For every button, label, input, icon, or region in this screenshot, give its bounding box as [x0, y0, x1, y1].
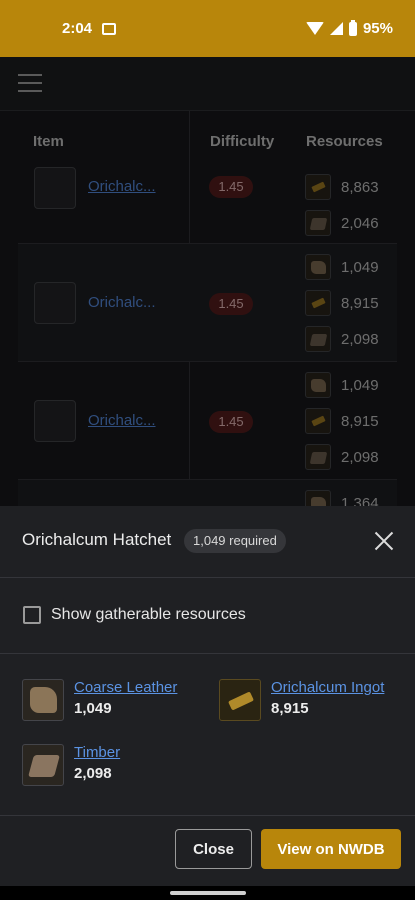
signal-icon — [329, 22, 343, 35]
system-nav-bar — [0, 886, 415, 900]
close-icon[interactable] — [373, 530, 395, 552]
wifi-icon — [305, 22, 324, 35]
close-button[interactable]: Close — [175, 829, 252, 869]
resource-item: Timber 2,098 — [22, 744, 120, 786]
status-bar: 2:04 95% — [0, 0, 415, 57]
battery-percent: 95% — [362, 20, 393, 37]
orichalcum-ingot-icon — [219, 679, 261, 721]
sheet-title: Orichalcum Hatchet — [22, 530, 172, 549]
resource-qty: 2,098 — [74, 765, 112, 782]
status-time: 2:04 — [62, 20, 93, 37]
resource-qty: 8,915 — [271, 700, 309, 717]
resource-item: Coarse Leather 1,049 — [22, 679, 177, 721]
sheet-header: Orichalcum Hatchet 1,049 required — [0, 506, 415, 578]
resource-link[interactable]: Orichalcum Ingot — [271, 679, 384, 696]
view-on-nwdb-button[interactable]: View on NWDB — [261, 829, 401, 869]
modal-scrim[interactable] — [0, 57, 415, 506]
status-right: 95% — [305, 19, 393, 37]
app-screen: 2:04 95% Item Difficulty Resources Orich… — [0, 0, 415, 900]
resource-item: Orichalcum Ingot 8,915 — [219, 679, 384, 721]
resource-link[interactable]: Coarse Leather — [74, 679, 177, 696]
resource-list: Coarse Leather 1,049 Orichalcum Ingot 8,… — [0, 654, 415, 816]
home-gesture-handle[interactable] — [170, 891, 246, 895]
gatherable-checkbox[interactable] — [23, 606, 41, 624]
resource-bottom-sheet: Orichalcum Hatchet 1,049 required Show g… — [0, 506, 415, 886]
battery-icon — [348, 19, 357, 36]
resource-link[interactable]: Timber — [74, 744, 120, 761]
timber-icon — [22, 744, 64, 786]
required-badge: 1,049 required — [184, 529, 286, 553]
resource-qty: 1,049 — [74, 700, 112, 717]
coarse-leather-icon — [22, 679, 64, 721]
checkbox-label[interactable]: Show gatherable resources — [51, 606, 246, 624]
gatherable-toggle-row[interactable]: Show gatherable resources — [0, 578, 415, 654]
notification-icon — [102, 22, 117, 35]
